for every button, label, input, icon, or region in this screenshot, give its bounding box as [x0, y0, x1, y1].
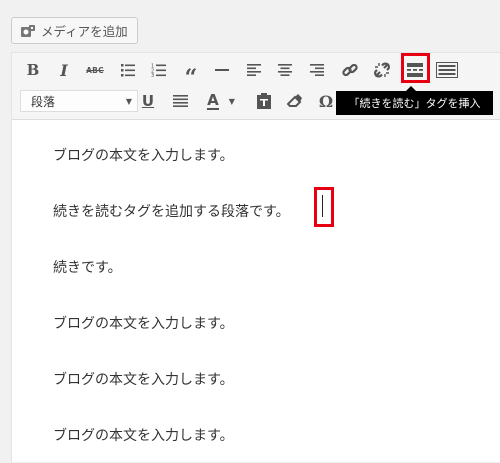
- blockquote-button[interactable]: “: [179, 58, 203, 90]
- paragraph-1: ブログの本文を入力します。: [53, 148, 234, 164]
- align-right-button[interactable]: [305, 58, 329, 82]
- insert-link-button[interactable]: [338, 58, 362, 82]
- strikethrough-button[interactable]: ABC: [83, 58, 107, 82]
- chevron-down-icon: ▼: [125, 97, 132, 106]
- paragraph-6: ブログの本文を入力します。: [53, 428, 234, 444]
- italic-icon: I: [60, 60, 68, 80]
- underline-button[interactable]: U: [136, 89, 160, 113]
- text-color-button[interactable]: A ▼: [201, 89, 241, 113]
- blockquote-icon: “: [184, 65, 198, 91]
- strikethrough-icon: ABC: [86, 65, 104, 75]
- remove-link-button[interactable]: [370, 58, 394, 82]
- bold-button[interactable]: B: [21, 58, 45, 82]
- eraser-icon: [287, 94, 302, 107]
- italic-button[interactable]: I: [52, 58, 76, 82]
- paste-as-text-button[interactable]: [252, 89, 276, 113]
- read-more-highlight: [401, 53, 430, 83]
- keyboard-icon: [436, 62, 458, 78]
- bold-icon: B: [26, 61, 40, 79]
- horizontal-line-button[interactable]: [210, 58, 234, 82]
- align-right-icon: [310, 64, 324, 76]
- toolbar-toggle-button[interactable]: [434, 58, 460, 82]
- bulleted-list-icon: [121, 64, 135, 77]
- text-color-icon: A: [207, 90, 219, 110]
- paragraph-4: ブログの本文を入力します。: [53, 316, 234, 332]
- bulleted-list-button[interactable]: [116, 58, 140, 82]
- justify-button[interactable]: [168, 89, 192, 113]
- align-left-icon: [247, 64, 261, 76]
- chevron-down-icon: ▼: [228, 96, 235, 106]
- link-icon: [342, 63, 358, 77]
- media-icon: [21, 24, 35, 37]
- numbered-list-icon: 1 2 3: [151, 64, 166, 77]
- editor-content[interactable]: ブログの本文を入力します。 続きを読むタグを追加する段落です。 続きです。 ブロ…: [12, 119, 500, 463]
- tooltip-text: 「続きを読む」タグを挿入: [348, 97, 481, 110]
- justify-icon: [172, 95, 188, 107]
- paragraph-5: ブログの本文を入力します。: [53, 372, 234, 388]
- add-media-label: メディアを追加: [41, 24, 128, 39]
- text-cursor: [322, 195, 323, 217]
- special-character-button[interactable]: Ω: [314, 89, 338, 113]
- unlink-icon: [374, 62, 390, 78]
- omega-icon: Ω: [318, 91, 334, 111]
- paragraph-2: 続きを読むタグを追加する段落です。: [53, 204, 290, 220]
- align-center-icon: [278, 64, 292, 76]
- clipboard-icon: [257, 93, 271, 109]
- numbered-list-button[interactable]: 1 2 3: [147, 58, 171, 82]
- add-media-button[interactable]: メディアを追加: [11, 17, 138, 44]
- cursor-highlight: [314, 187, 334, 227]
- horizontal-line-icon: [215, 69, 229, 71]
- paragraph-format-value: 段落: [31, 94, 56, 109]
- align-left-button[interactable]: [242, 58, 266, 82]
- align-center-button[interactable]: [273, 58, 297, 82]
- tooltip: 「続きを読む」タグを挿入: [336, 86, 493, 115]
- paragraph-3: 続きです。: [53, 260, 122, 276]
- clear-formatting-button[interactable]: [283, 89, 307, 113]
- underline-icon: U: [141, 92, 155, 110]
- svg-text:3: 3: [151, 73, 154, 77]
- paragraph-format-select[interactable]: 段落 ▼: [20, 90, 138, 112]
